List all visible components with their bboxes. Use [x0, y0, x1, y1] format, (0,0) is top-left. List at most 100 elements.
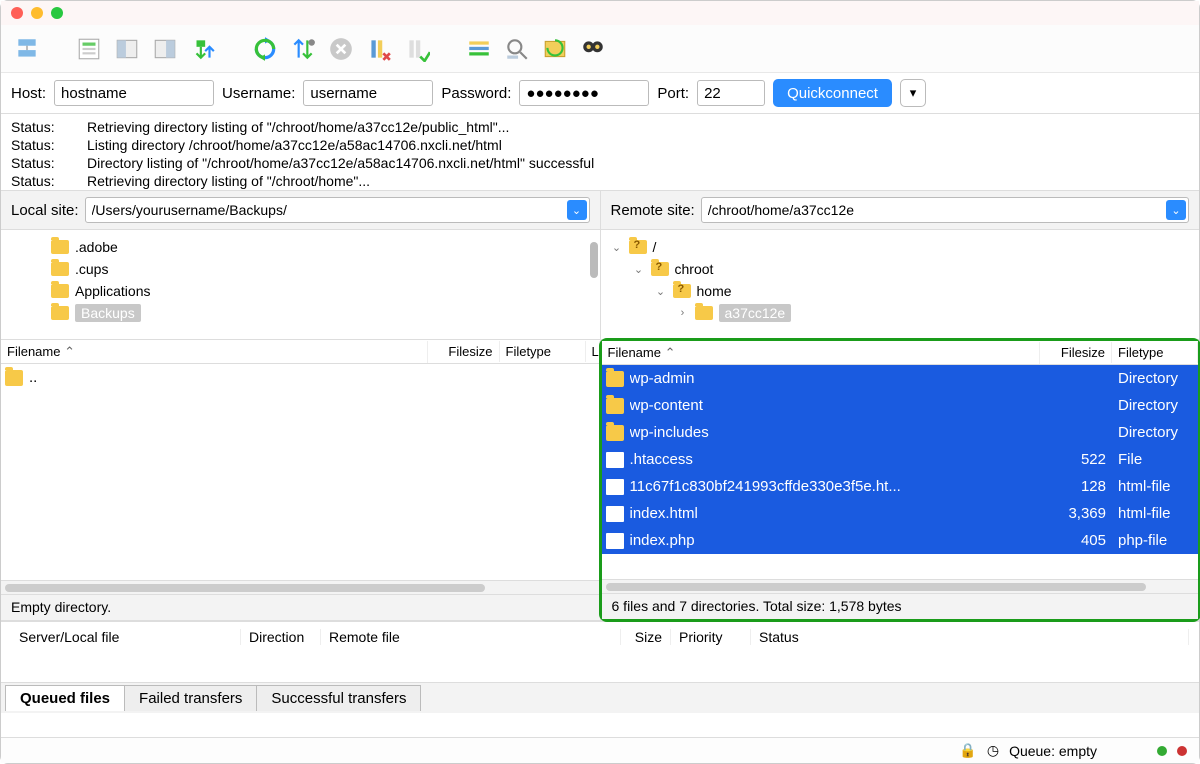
file-icon [606, 533, 624, 549]
disclosure-icon[interactable]: › [677, 307, 689, 319]
col-filetype[interactable]: Filetype [500, 341, 586, 362]
username-input[interactable] [303, 80, 433, 106]
log-text: Retrieving directory listing of "/chroot… [87, 172, 370, 190]
toggle-local-tree-icon[interactable] [111, 33, 143, 65]
tab-failed[interactable]: Failed transfers [124, 685, 257, 711]
local-status: Empty directory. [1, 594, 600, 620]
refresh-icon[interactable] [249, 33, 281, 65]
quickconnect-button[interactable]: Quickconnect [773, 79, 892, 107]
file-size: 128 [1040, 478, 1112, 495]
toggle-log-icon[interactable] [73, 33, 105, 65]
local-path-input[interactable] [85, 197, 590, 223]
filter-icon[interactable] [463, 33, 495, 65]
disconnect-icon[interactable] [363, 33, 395, 65]
compare-icon[interactable] [539, 33, 571, 65]
queue-columns[interactable]: Server/Local file Direction Remote file … [1, 621, 1199, 651]
file-name: index.html [630, 505, 1041, 522]
tree-item[interactable]: ⌄/ [601, 236, 1200, 258]
h-scrollbar[interactable] [602, 579, 1199, 593]
queue-status: Queue: empty [1009, 743, 1097, 759]
folder-icon [606, 425, 624, 441]
disclosure-icon[interactable]: ⌄ [655, 285, 667, 298]
file-name: wp-includes [630, 424, 1041, 441]
message-log[interactable]: Status:Retrieving directory listing of "… [1, 113, 1199, 191]
tree-item[interactable]: Backups [1, 302, 600, 324]
reconnect-icon[interactable] [401, 33, 433, 65]
file-name: 11c67f1c830bf241993cffde330e3f5e.ht... [630, 478, 1041, 495]
close-window-icon[interactable] [11, 7, 23, 19]
local-columns[interactable]: Filename Filesize Filetype L [1, 340, 600, 364]
local-file-list[interactable]: .. [1, 364, 600, 580]
remote-path-dropdown-icon[interactable]: ⌄ [1166, 200, 1186, 220]
quickconnect-bar: Host: Username: Password: Port: Quickcon… [1, 73, 1199, 113]
col-filename[interactable]: Filename [1, 341, 428, 363]
queue-body[interactable] [1, 651, 1199, 683]
password-input[interactable] [519, 80, 649, 106]
local-tree[interactable]: .adobe.cupsApplications Backups [1, 230, 600, 340]
qcol-status[interactable]: Status [751, 629, 1189, 645]
file-row[interactable]: index.html3,369html-file [602, 500, 1199, 527]
tree-item[interactable]: ⌄ chroot [601, 258, 1200, 280]
h-scrollbar[interactable] [1, 580, 600, 594]
tab-successful[interactable]: Successful transfers [256, 685, 421, 711]
quickconnect-history-dropdown[interactable]: ▾ [900, 79, 926, 107]
file-row[interactable]: index.php405php-file [602, 527, 1199, 554]
folder-icon [629, 240, 647, 254]
remote-highlight-box: Filename Filesize Filetype wp-adminDirec… [599, 338, 1200, 622]
host-label: Host: [11, 85, 46, 102]
col-filesize[interactable]: Filesize [428, 341, 500, 362]
disclosure-icon[interactable]: ⌄ [611, 241, 623, 254]
remote-columns[interactable]: Filename Filesize Filetype [602, 341, 1199, 365]
tree-item[interactable]: ›a37cc12e [601, 302, 1200, 324]
file-type: File [1112, 451, 1198, 468]
qcol-priority[interactable]: Priority [671, 629, 751, 645]
col-lastmod-trunc[interactable]: L [586, 341, 600, 362]
local-pane: Local site: ⌄ .adobe.cupsApplicationsBac… [1, 191, 601, 620]
file-row[interactable]: 11c67f1c830bf241993cffde330e3f5e.ht...12… [602, 473, 1199, 500]
process-queue-icon[interactable] [287, 33, 319, 65]
file-type: html-file [1112, 478, 1198, 495]
tree-item[interactable]: .adobe [1, 236, 600, 258]
disclosure-icon[interactable]: ⌄ [633, 263, 645, 276]
tree-item[interactable]: .cups [1, 258, 600, 280]
local-path-dropdown-icon[interactable]: ⌄ [567, 200, 587, 220]
find-icon[interactable] [577, 33, 609, 65]
tree-item-label: Backups [75, 304, 141, 322]
port-input[interactable] [697, 80, 765, 106]
file-row[interactable]: .htaccess522File [602, 446, 1199, 473]
file-row[interactable]: wp-contentDirectory [602, 392, 1199, 419]
parent-dir-row[interactable]: .. [1, 364, 600, 391]
queue-tabs: Queued files Failed transfers Successful… [1, 683, 1199, 713]
port-label: Port: [657, 85, 689, 102]
minimize-window-icon[interactable] [31, 7, 43, 19]
username-label: Username: [222, 85, 295, 102]
search-icon[interactable] [501, 33, 533, 65]
file-row[interactable]: wp-includesDirectory [602, 419, 1199, 446]
col-filetype[interactable]: Filetype [1112, 342, 1198, 363]
cancel-icon[interactable] [325, 33, 357, 65]
remote-file-list[interactable]: wp-adminDirectorywp-contentDirectorywp-i… [602, 365, 1199, 579]
scrollbar-thumb[interactable] [590, 242, 598, 278]
qcol-size[interactable]: Size [621, 629, 671, 645]
main-toolbar [1, 25, 1199, 73]
host-input[interactable] [54, 80, 214, 106]
qcol-direction[interactable]: Direction [241, 629, 321, 645]
col-filename[interactable]: Filename [602, 342, 1041, 364]
site-manager-icon[interactable] [11, 33, 43, 65]
qcol-remote[interactable]: Remote file [321, 629, 621, 645]
tree-item-label: home [697, 283, 732, 299]
remote-tree[interactable]: ⌄/⌄chroot⌄home›a37cc12e [601, 230, 1200, 340]
toggle-remote-tree-icon[interactable] [149, 33, 181, 65]
toggle-queue-icon[interactable] [187, 33, 219, 65]
tab-queued[interactable]: Queued files [5, 685, 125, 711]
maximize-window-icon[interactable] [51, 7, 63, 19]
tree-item[interactable]: Applications [1, 280, 600, 302]
folder-icon [51, 262, 69, 276]
tree-item-label: chroot [675, 261, 714, 277]
tree-item[interactable]: ⌄ home [601, 280, 1200, 302]
qcol-server[interactable]: Server/Local file [11, 629, 241, 645]
file-row[interactable]: wp-adminDirectory [602, 365, 1199, 392]
remote-path-input[interactable] [701, 197, 1189, 223]
speedlimit-icon[interactable]: ◷ [987, 742, 999, 759]
col-filesize[interactable]: Filesize [1040, 342, 1112, 363]
